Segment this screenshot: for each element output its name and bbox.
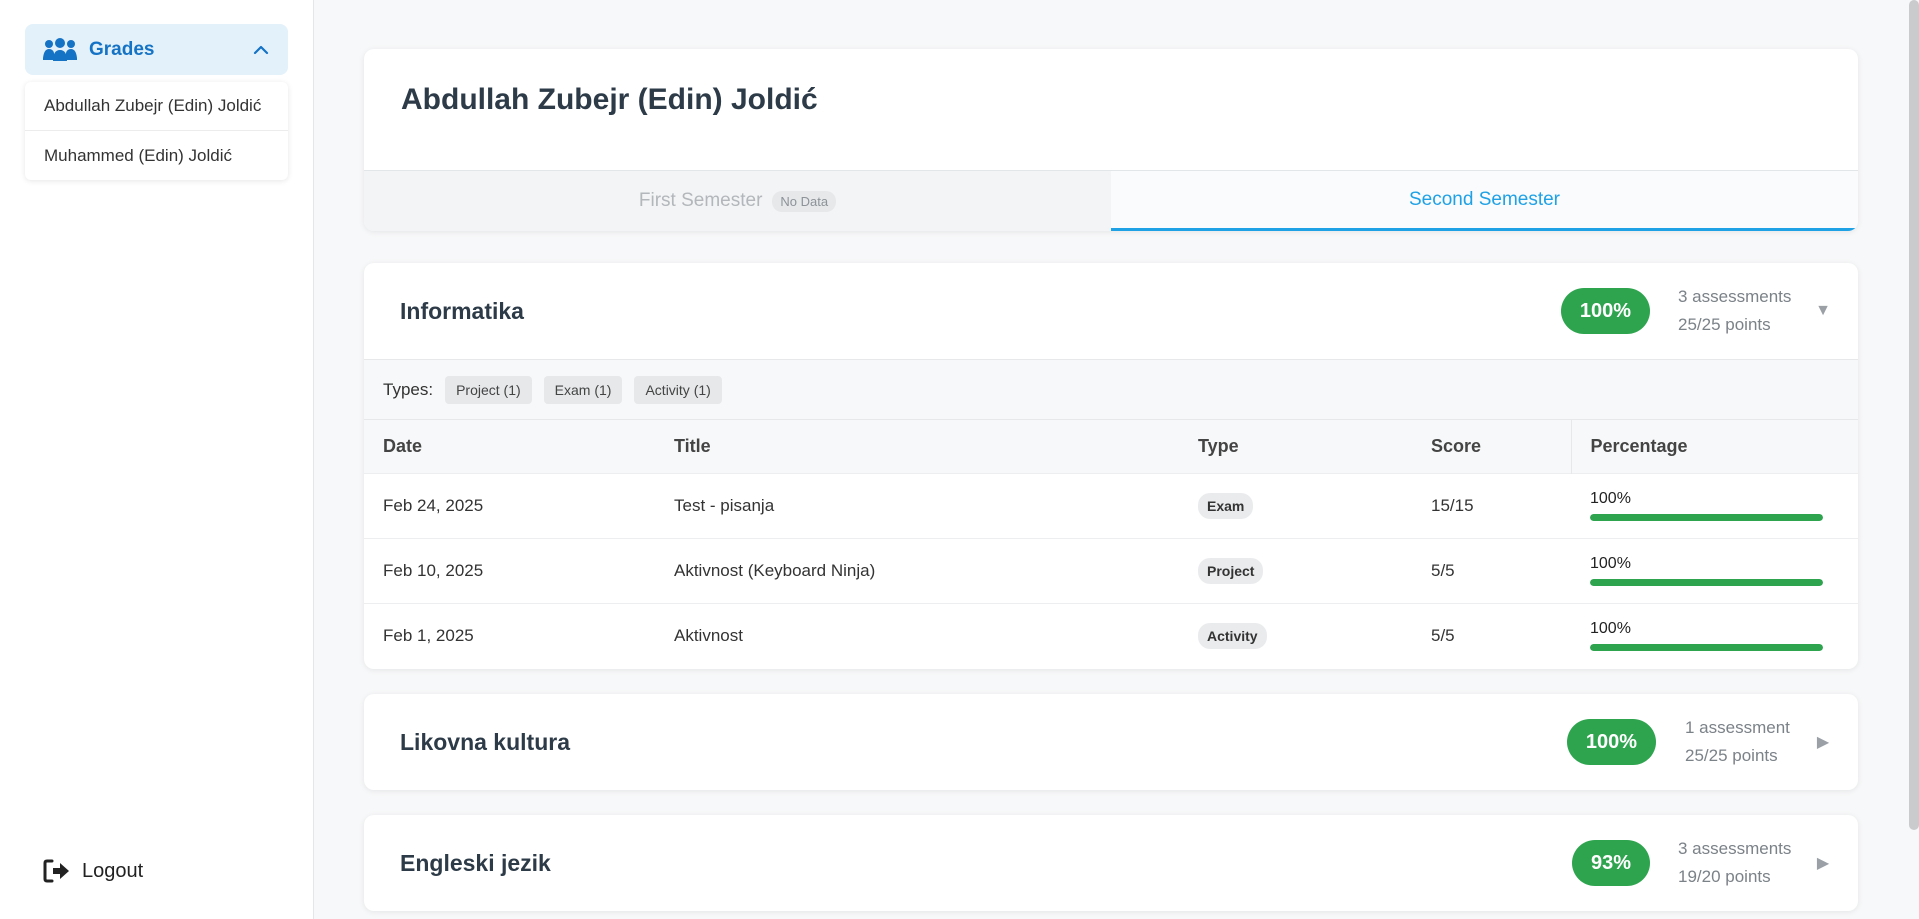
subject-header[interactable]: Informatika 100% 3 assessments 25/25 poi… [364, 263, 1858, 359]
caret-right-icon[interactable]: ▶ [1812, 732, 1834, 752]
assessment-count: 1 assessment [1685, 718, 1790, 737]
progress-bar [1590, 514, 1823, 521]
cell-type: Exam [1179, 472, 1412, 538]
cell-title: Test - pisanja [655, 472, 1179, 538]
cell-score: 5/5 [1412, 602, 1571, 668]
percentage-text: 100% [1590, 490, 1631, 507]
subject-meta: 3 assessments 25/25 points [1678, 283, 1798, 339]
subject-name: Informatika [400, 297, 524, 324]
tab-label: Second Semester [1408, 188, 1561, 210]
cell-type: Project [1179, 537, 1412, 603]
logout-button[interactable]: Logout [43, 858, 143, 884]
assessment-count: 3 assessments [1678, 287, 1792, 306]
column-header-percentage[interactable]: Percentage [1570, 420, 1858, 473]
subject-name: Engleski jezik [400, 849, 551, 876]
cell-score: 5/5 [1412, 537, 1571, 603]
cell-score: 15/15 [1412, 472, 1571, 538]
caret-down-icon[interactable]: ▼ [1812, 302, 1834, 320]
type-chip[interactable]: Project (1) [445, 375, 532, 404]
percentage-text: 100% [1590, 555, 1631, 572]
percentage-text: 100% [1590, 620, 1631, 638]
subject-meta: 1 assessment 25/25 points [1685, 714, 1798, 770]
assessment-count: 3 assessments [1678, 839, 1792, 858]
page-scrollbar[interactable] [1909, 0, 1919, 830]
cell-date: Feb 24, 2025 [364, 472, 655, 538]
column-header-date[interactable]: Date [364, 420, 655, 473]
semester-tabs: First Semester No Data Second Semester [364, 170, 1858, 231]
types-filter-row: Types: Project (1) Exam (1) Activity (1) [364, 359, 1858, 420]
grades-section-title: Grades [89, 38, 155, 60]
student-list: Abdullah Zubejr (Edin) Joldić Muhammed (… [25, 82, 288, 180]
student-item[interactable]: Abdullah Zubejr (Edin) Joldić [25, 82, 288, 131]
types-label: Types: [383, 379, 434, 399]
cell-type: Activity [1179, 602, 1412, 668]
progress-fill [1590, 579, 1823, 586]
subject-card: Informatika 100% 3 assessments 25/25 poi… [364, 263, 1858, 669]
cell-percentage: 100% [1571, 602, 1858, 668]
chevron-up-icon [253, 45, 269, 54]
sidebar: Grades Abdullah Zubejr (Edin) Joldić Muh… [0, 0, 314, 919]
subject-card: Likovna kultura 100% 1 assessment 25/25 … [364, 694, 1858, 790]
cell-date: Feb 1, 2025 [364, 602, 655, 668]
cell-title: Aktivnost (Keyboard Ninja) [655, 537, 1179, 603]
caret-right-icon[interactable]: ▶ [1812, 853, 1834, 873]
tab-label: First Semester [638, 190, 763, 211]
table-row: Feb 10, 2025 Aktivnost (Keyboard Ninja) … [364, 537, 1858, 603]
tab-second-semester[interactable]: Second Semester [1111, 171, 1858, 231]
subject-header[interactable]: Engleski jezik 93% 3 assessments 19/20 p… [364, 815, 1858, 911]
progress-fill [1590, 644, 1823, 652]
logout-label: Logout [82, 859, 144, 882]
subject-header[interactable]: Likovna kultura 100% 1 assessment 25/25 … [364, 694, 1858, 790]
subject-meta: 3 assessments 19/20 points [1678, 835, 1798, 891]
student-header-card: Abdullah Zubejr (Edin) Joldić First Seme… [364, 49, 1858, 231]
subject-card: Engleski jezik 93% 3 assessments 19/20 p… [364, 815, 1858, 911]
tab-first-semester: First Semester No Data [364, 171, 1111, 231]
table-row: Feb 1, 2025 Aktivnost Activity 5/5 100% [364, 602, 1858, 668]
cell-percentage: 100% [1571, 537, 1858, 603]
subject-percent-badge: 100% [1560, 288, 1650, 334]
student-item[interactable]: Muhammed (Edin) Joldić [25, 131, 288, 180]
column-header-type[interactable]: Type [1179, 420, 1412, 473]
cell-title: Aktivnost [655, 602, 1179, 668]
points-total: 19/20 points [1678, 867, 1771, 886]
no-data-badge: No Data [772, 190, 837, 212]
type-badge: Project [1198, 557, 1264, 584]
type-chip[interactable]: Activity (1) [634, 375, 722, 404]
column-header-title[interactable]: Title [655, 420, 1179, 473]
points-total: 25/25 points [1678, 315, 1771, 334]
grades-section-toggle[interactable]: Grades [25, 24, 288, 75]
page-title: Abdullah Zubejr (Edin) Joldić [401, 83, 818, 116]
points-total: 25/25 points [1685, 746, 1778, 765]
cell-date: Feb 10, 2025 [364, 537, 655, 603]
type-chip[interactable]: Exam (1) [543, 375, 623, 404]
type-badge: Exam [1198, 492, 1254, 519]
progress-bar [1590, 579, 1823, 586]
type-badge: Activity [1198, 622, 1267, 649]
subject-name: Likovna kultura [400, 728, 570, 755]
table-row: Feb 24, 2025 Test - pisanja Exam 15/15 1… [364, 472, 1858, 538]
subject-percent-badge: 100% [1566, 719, 1656, 765]
users-group-icon [43, 37, 77, 61]
column-header-score[interactable]: Score [1412, 420, 1571, 473]
progress-bar [1590, 644, 1823, 652]
assessments-table: Date Title Type Score Percentage Feb 24,… [364, 420, 1858, 668]
cell-percentage: 100% [1571, 472, 1858, 538]
sign-out-icon [43, 859, 69, 883]
subject-percent-badge: 93% [1571, 840, 1650, 886]
progress-fill [1590, 514, 1823, 521]
